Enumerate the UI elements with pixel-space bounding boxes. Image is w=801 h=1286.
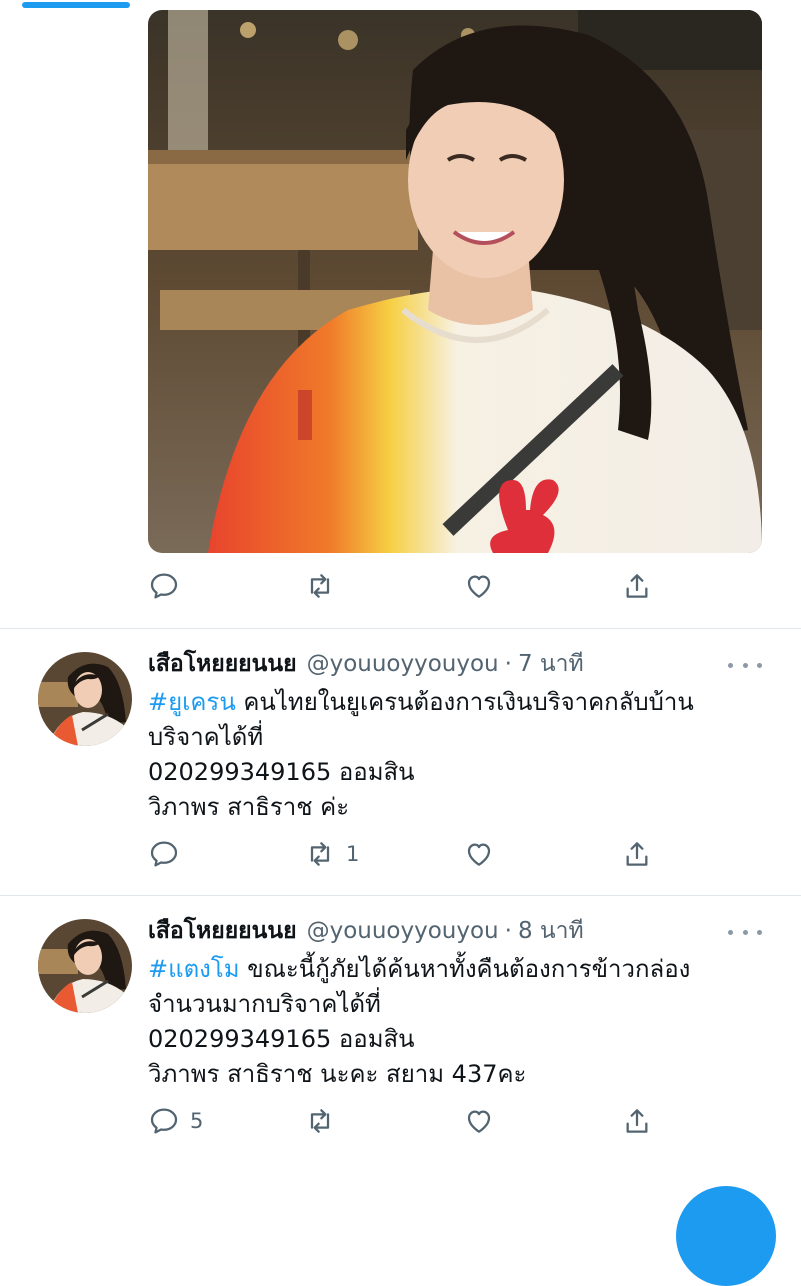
share-icon [626, 842, 648, 866]
more-dots-icon [757, 662, 762, 668]
tweet-text-line: จำนวนมากบริจาคได้ที่ [148, 990, 381, 1018]
heart-icon [467, 843, 491, 866]
avatar[interactable] [38, 919, 132, 1013]
more-dots-icon [728, 929, 733, 935]
hashtag-link[interactable]: #ยูเครน [148, 688, 236, 716]
tweet-text-line: 020299349165 ออมสิน [148, 758, 415, 786]
retweet-icon [310, 1109, 330, 1133]
like-button[interactable] [463, 566, 505, 606]
share-button[interactable] [621, 566, 653, 606]
more-dots-icon [742, 929, 748, 935]
display-name[interactable]: เสือโหยยยนนย [148, 913, 297, 949]
more-dots-icon [728, 662, 733, 668]
reply-icon [150, 1108, 178, 1134]
retweet-button[interactable] [304, 1101, 346, 1141]
tweet-time[interactable]: 8 นาที [518, 913, 584, 949]
tweet-text-line: วิภาพร สาธิราช นะคะ สยาม 437คะ [148, 1060, 527, 1088]
display-name[interactable]: เสือโหยยยนนย [148, 646, 297, 682]
top-tab-indicator [22, 2, 130, 8]
heart-icon [467, 1110, 491, 1133]
tweet-actions: 1 [148, 834, 668, 874]
reply-button[interactable] [148, 566, 190, 606]
tweet-header: เสือโหยยยนนย @youuoyyouyou · 8 นาที [148, 914, 584, 948]
tweet-actions: 5 [148, 1101, 668, 1141]
reply-count: 5 [190, 1109, 204, 1133]
user-handle[interactable]: @youuoyyouyou [307, 651, 499, 677]
tweet-text-line: #ยูเครน คนไทยในยูเครนต้องการเงินบริจาคกล… [148, 685, 758, 720]
retweet-button[interactable] [304, 566, 346, 606]
avatar[interactable] [38, 652, 132, 746]
separator-dot: · [504, 918, 512, 944]
share-button[interactable] [621, 834, 653, 874]
tweet[interactable]: เสือโหยยยนนย @youuoyyouyou · 7 นาที #ยูเ… [0, 628, 801, 895]
share-button[interactable] [621, 1101, 653, 1141]
user-handle[interactable]: @youuoyyouyou [307, 918, 499, 944]
reply-icon [150, 573, 178, 599]
retweet-button[interactable]: 1 [304, 834, 359, 874]
share-icon [626, 1109, 648, 1133]
tweet-text-fragment: ขณะนี้กู้ภัยได้ค้นหาทั้งคืนต้องการข้าวกล… [239, 955, 691, 983]
compose-tweet-button[interactable] [676, 1186, 776, 1286]
reply-icon [150, 841, 178, 867]
more-dots-icon [742, 662, 748, 668]
more-dots-icon [757, 929, 762, 935]
reply-button[interactable] [148, 834, 190, 874]
heart-icon [467, 575, 491, 598]
retweet-count: 1 [346, 842, 360, 866]
separator-dot: · [504, 651, 512, 677]
like-button[interactable] [463, 834, 505, 874]
tweet-text-line: 020299349165 ออมสิน [148, 1025, 415, 1053]
tweet-text-line: วิภาพร สาธิราช ค่ะ [148, 793, 350, 821]
tweet-time[interactable]: 7 นาที [518, 646, 584, 682]
like-button[interactable] [463, 1101, 505, 1141]
more-options-button[interactable] [728, 922, 762, 942]
top-tweet-actions [148, 566, 668, 606]
tweet-text: #ยูเครน คนไทยในยูเครนต้องการเงินบริจาคกล… [148, 685, 758, 825]
tweet-header: เสือโหยยยนนย @youuoyyouyou · 7 นาที [148, 647, 584, 681]
tweet-text: #แตงโม ขณะนี้กู้ภัยได้ค้นหาทั้งคืนต้องกา… [148, 952, 758, 1092]
retweet-icon [310, 574, 330, 598]
tweet-text-line: #แตงโม ขณะนี้กู้ภัยได้ค้นหาทั้งคืนต้องกา… [148, 952, 758, 987]
reply-button[interactable]: 5 [148, 1101, 203, 1141]
retweet-icon [310, 842, 330, 866]
hashtag-link[interactable]: #แตงโม [148, 955, 240, 983]
tweet[interactable]: เสือโหยยยนนย @youuoyyouyou · 8 นาที #แตง… [0, 895, 801, 1135]
tweet-text-fragment: คนไทยในยูเครนต้องการเงินบริจาคกลับบ้าน [235, 688, 694, 716]
share-icon [626, 574, 648, 598]
more-options-button[interactable] [728, 655, 762, 675]
tweet-photo[interactable] [148, 10, 762, 553]
tweet-text-line: บริจาคได้ที่ [148, 723, 264, 751]
